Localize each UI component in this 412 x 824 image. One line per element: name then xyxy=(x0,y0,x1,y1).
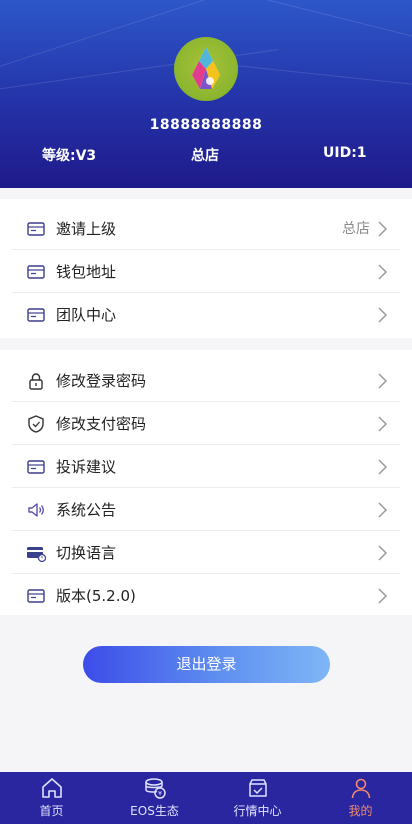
tab-market-center[interactable]: 行情中心 xyxy=(206,772,309,824)
svg-text:¥: ¥ xyxy=(158,791,162,798)
menu-group-account: 邀请上级 总店 钱包地址 团队中心 xyxy=(0,199,412,338)
user-level: 等级:V3 xyxy=(42,148,97,164)
menu-item-label: 切换语言 xyxy=(56,544,117,562)
menu-item-label: 团队中心 xyxy=(56,306,117,324)
menu-item-announcements[interactable]: 系统公告 xyxy=(12,488,400,531)
menu-item-complaints[interactable]: 投诉建议 xyxy=(12,445,400,488)
card-icon xyxy=(27,308,45,322)
crystal-logo-icon xyxy=(192,47,220,89)
chevron-right-icon xyxy=(378,588,388,604)
chevron-right-icon xyxy=(378,545,388,561)
card-icon xyxy=(27,460,45,474)
menu-item-switch-language[interactable]: 切换语言 xyxy=(12,531,400,574)
tab-label: 行情中心 xyxy=(233,804,282,818)
menu-item-change-login-password[interactable]: 修改登录密码 xyxy=(12,359,400,402)
chevron-right-icon xyxy=(378,307,388,323)
chevron-right-icon xyxy=(378,221,388,237)
home-icon xyxy=(41,778,62,798)
box-icon xyxy=(248,779,267,797)
tab-mine[interactable]: 我的 xyxy=(309,772,412,824)
tab-home[interactable]: 首页 xyxy=(0,772,103,824)
menu-item-version[interactable]: 版本(5.2.0) xyxy=(12,574,400,617)
user-uid: UID:1 xyxy=(323,145,367,161)
chevron-right-icon xyxy=(378,416,388,432)
tab-label: 我的 xyxy=(348,804,373,818)
menu-item-label: 投诉建议 xyxy=(56,458,117,476)
chevron-right-icon xyxy=(378,459,388,475)
chevron-right-icon xyxy=(378,264,388,280)
speaker-icon xyxy=(28,503,44,517)
chevron-right-icon xyxy=(378,373,388,389)
tab-label: EOS生态 xyxy=(130,804,179,818)
menu-group-settings: 修改登录密码 修改支付密码 投诉建议 系统公告 切换语言 版本(5.2.0) xyxy=(0,350,412,615)
logout-button[interactable]: 退出登录 xyxy=(83,646,330,683)
user-store: 总店 xyxy=(191,148,219,164)
lock-icon xyxy=(29,373,43,390)
menu-item-wallet-address[interactable]: 钱包地址 xyxy=(12,250,400,293)
tab-eos-ecosystem[interactable]: ¥ EOS生态 xyxy=(103,772,206,824)
menu-item-label: 修改支付密码 xyxy=(56,415,147,433)
menu-item-label: 邀请上级 xyxy=(56,220,117,238)
menu-item-value: 总店 xyxy=(342,221,370,237)
menu-item-change-payment-password[interactable]: 修改支付密码 xyxy=(12,402,400,445)
shield-icon xyxy=(28,415,44,433)
menu-item-label: 系统公告 xyxy=(56,501,117,519)
profile-info-row: 等级:V3 总店 UID:1 xyxy=(0,145,412,165)
chevron-right-icon xyxy=(378,502,388,518)
card-icon xyxy=(27,222,45,236)
user-phone: 18888888888 xyxy=(149,117,263,133)
menu-item-label: 修改登录密码 xyxy=(56,372,147,390)
avatar[interactable] xyxy=(174,37,238,101)
menu-item-team-center[interactable]: 团队中心 xyxy=(12,293,400,336)
menu-item-label: 钱包地址 xyxy=(56,263,117,281)
profile-header: 18888888888 等级:V3 总店 UID:1 xyxy=(0,0,412,188)
tab-label: 首页 xyxy=(39,804,64,818)
credit-card-icon xyxy=(27,547,46,563)
header-decoration-line xyxy=(204,0,412,58)
coins-icon: ¥ xyxy=(144,778,166,799)
bottom-tab-bar: 首页 ¥ EOS生态 行情中心 我的 xyxy=(0,772,412,824)
menu-item-label: 版本(5.2.0) xyxy=(56,587,136,605)
user-icon xyxy=(351,778,370,799)
card-icon xyxy=(27,589,45,603)
card-icon xyxy=(27,265,45,279)
menu-item-invite-superior[interactable]: 邀请上级 总店 xyxy=(12,207,400,250)
